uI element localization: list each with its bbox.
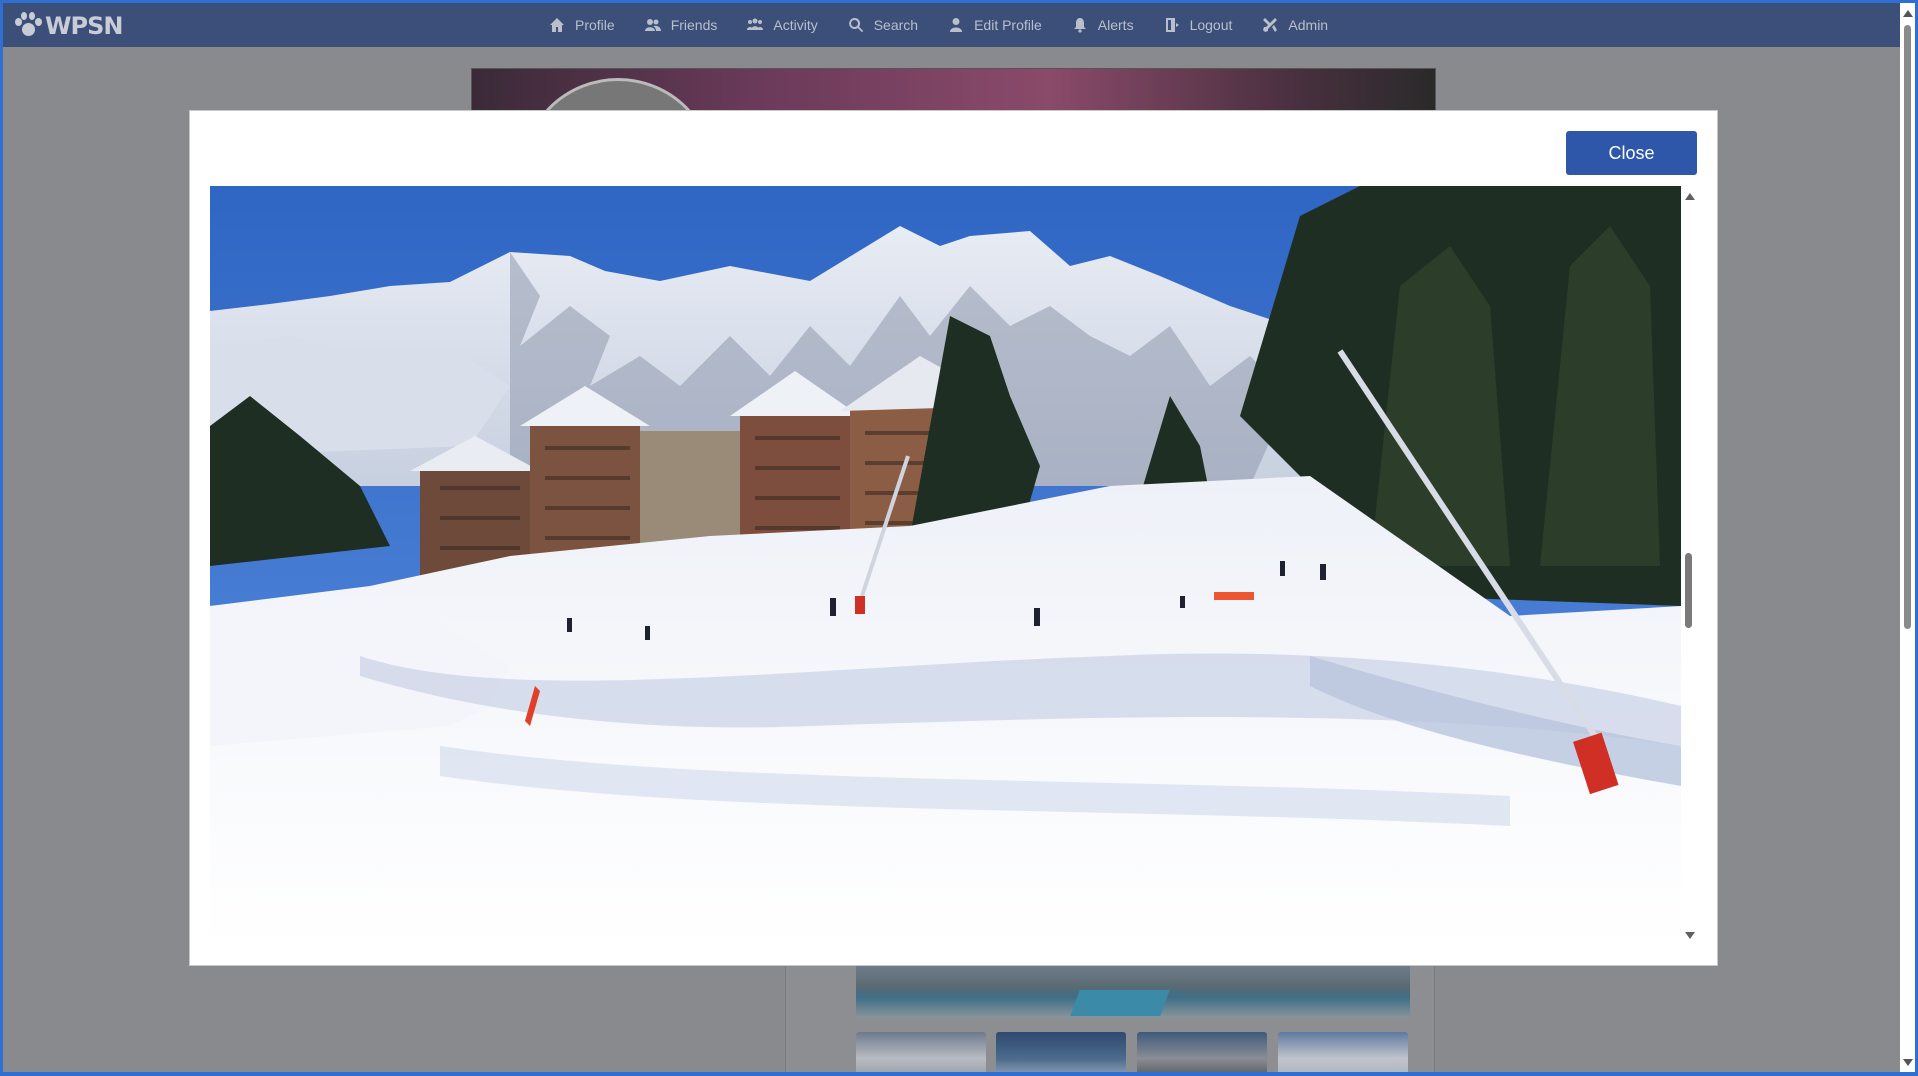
scrollbar-thumb[interactable] — [1904, 25, 1911, 629]
gallery-photo-detail — [1070, 990, 1170, 1016]
nav-item-friends[interactable]: Friends — [644, 17, 718, 33]
scroll-up-arrow-icon[interactable] — [1903, 10, 1913, 17]
nav-item-label: Profile — [575, 17, 615, 33]
nav-item-label: Activity — [773, 17, 818, 33]
nav-item-edit-profile[interactable]: Edit Profile — [948, 17, 1042, 33]
nav-item-label: Friends — [670, 17, 718, 33]
nav-links: Profile Friends Activity Search Edit Pro… — [549, 3, 1358, 47]
top-navbar: WPSN Profile Friends Activity Search Edi… — [3, 3, 1900, 47]
brand-logo[interactable]: WPSN — [13, 11, 123, 41]
scrollbar-thumb[interactable] — [1685, 553, 1692, 628]
paw-icon — [13, 11, 43, 41]
nav-item-label: Edit Profile — [974, 17, 1042, 33]
nav-item-admin[interactable]: Admin — [1262, 17, 1328, 33]
nav-item-logout[interactable]: Logout — [1164, 17, 1233, 33]
nav-item-label: Admin — [1288, 17, 1329, 33]
nav-item-label: Alerts — [1097, 17, 1134, 33]
search-icon — [848, 17, 863, 33]
scroll-down-arrow-icon[interactable] — [1903, 1059, 1913, 1066]
friends-icon — [644, 19, 661, 31]
scroll-down-arrow-icon[interactable] — [1685, 932, 1695, 939]
nav-item-search[interactable]: Search — [848, 17, 918, 33]
brand-name: WPSN — [45, 12, 123, 40]
ski-slope-photo — [210, 186, 1681, 946]
home-icon — [550, 18, 564, 32]
nav-item-label: Logout — [1189, 17, 1233, 33]
close-button[interactable]: Close — [1566, 131, 1697, 175]
modal-scrollbar[interactable] — [1681, 186, 1697, 946]
gallery-thumbnail[interactable] — [996, 1032, 1126, 1076]
gallery-thumbnail[interactable] — [856, 1032, 986, 1076]
activity-icon — [747, 18, 764, 30]
user-icon — [950, 18, 963, 32]
nav-item-activity[interactable]: Activity — [747, 17, 818, 33]
nav-item-profile[interactable]: Profile — [549, 17, 615, 33]
nav-item-label: Search — [873, 17, 919, 33]
bell-icon — [1073, 18, 1086, 33]
logout-icon — [1165, 18, 1179, 32]
nav-item-alerts[interactable]: Alerts — [1072, 17, 1134, 33]
gallery-thumbnail[interactable] — [1278, 1032, 1408, 1076]
gallery-thumbnail[interactable] — [1137, 1032, 1267, 1076]
scroll-up-arrow-icon[interactable] — [1685, 193, 1695, 200]
page-scrollbar[interactable] — [1900, 3, 1915, 1072]
admin-icon — [1263, 18, 1278, 32]
modal-photo — [210, 186, 1681, 946]
